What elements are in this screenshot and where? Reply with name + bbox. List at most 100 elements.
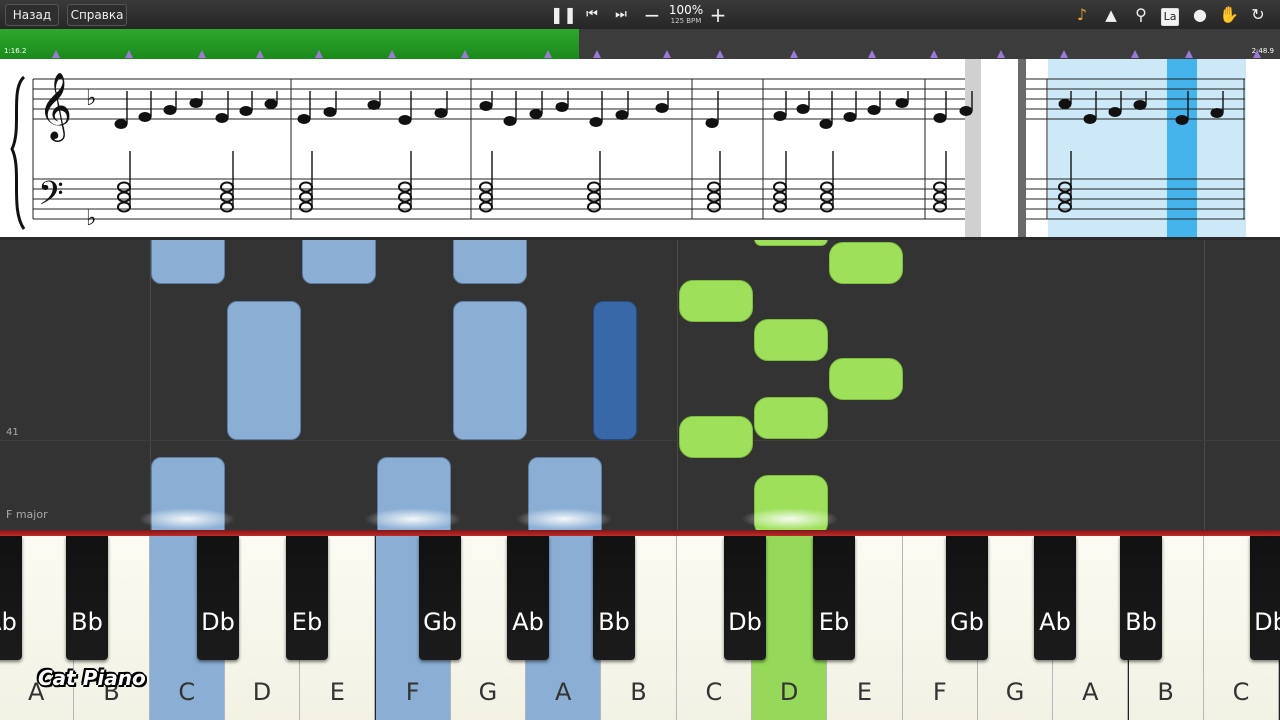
bookmark-marker[interactable] bbox=[1060, 50, 1068, 58]
bookmark-marker[interactable] bbox=[593, 50, 601, 58]
note-head bbox=[555, 102, 569, 112]
chord-note-head bbox=[299, 201, 313, 213]
note-head bbox=[239, 106, 253, 116]
key-label: Gb bbox=[950, 608, 984, 636]
bookmark-marker[interactable] bbox=[930, 50, 938, 58]
chord-note-head bbox=[707, 201, 721, 213]
help-button[interactable]: Справка bbox=[67, 4, 127, 26]
note-head bbox=[138, 112, 152, 122]
chord-note-head bbox=[299, 181, 313, 193]
bookmark-marker[interactable] bbox=[256, 50, 264, 58]
note-head bbox=[163, 105, 177, 115]
black-key-bb[interactable]: Bb bbox=[1120, 536, 1162, 660]
note-head bbox=[264, 99, 278, 109]
piano-roll[interactable]: 41 F major bbox=[0, 240, 1280, 530]
black-key-bb[interactable]: Bb bbox=[593, 536, 635, 660]
bookmark-marker[interactable] bbox=[1185, 50, 1193, 58]
bookmark-marker[interactable] bbox=[1131, 50, 1139, 58]
bookmark-marker[interactable] bbox=[544, 50, 552, 58]
note-head bbox=[434, 108, 448, 118]
key-label: Gb bbox=[423, 608, 457, 636]
chord-note-head bbox=[479, 181, 493, 193]
note-head bbox=[114, 119, 128, 129]
progress-fill bbox=[0, 29, 579, 59]
loop-icon[interactable]: ↻ bbox=[1246, 3, 1270, 27]
note-icon[interactable]: ♪ bbox=[1070, 3, 1094, 27]
bookmark-marker[interactable] bbox=[868, 50, 876, 58]
key-label: E bbox=[329, 678, 345, 706]
bookmark-marker[interactable] bbox=[52, 50, 60, 58]
chord-note-head bbox=[587, 181, 601, 193]
chord-note-head bbox=[220, 181, 234, 193]
key-hit-glow bbox=[364, 508, 462, 530]
bookmark-marker[interactable] bbox=[790, 50, 798, 58]
note-head bbox=[1058, 99, 1072, 109]
chord-note-head bbox=[398, 181, 412, 193]
hand-icon[interactable]: ✋ bbox=[1217, 3, 1241, 27]
bookmark-marker[interactable] bbox=[716, 50, 724, 58]
sheet-music[interactable]: 𝄞 𝄢 ♭ ♭ bbox=[0, 59, 1280, 237]
note-head bbox=[323, 107, 337, 117]
bookmark-marker[interactable] bbox=[125, 50, 133, 58]
note-head bbox=[529, 109, 543, 119]
progress-bar[interactable]: 1:16.2 2:48.9 bbox=[0, 29, 1280, 59]
bookmark-marker[interactable] bbox=[1253, 50, 1261, 58]
bookmark-marker[interactable] bbox=[663, 50, 671, 58]
skip-back-icon[interactable]: ⏮ bbox=[580, 3, 604, 27]
black-key-eb[interactable]: Eb bbox=[813, 536, 855, 660]
back-button[interactable]: Назад bbox=[5, 4, 59, 26]
metronome-icon[interactable]: ▲ bbox=[1099, 3, 1123, 27]
piano-keyboard[interactable]: ABCDEFGABCDEFGABCAbBbDbEbGbAbBbDbEbGbAbB… bbox=[0, 536, 1280, 720]
key-label: B bbox=[630, 678, 647, 706]
chord-note-head bbox=[773, 181, 787, 193]
black-key-db[interactable]: Db bbox=[1250, 536, 1280, 660]
row-line bbox=[0, 440, 1280, 441]
falling-note-right bbox=[829, 358, 903, 400]
bookmark-marker[interactable] bbox=[388, 50, 396, 58]
minus-icon[interactable]: − bbox=[640, 3, 664, 27]
chord-note-head bbox=[479, 191, 493, 203]
note-head bbox=[773, 111, 787, 121]
black-key-gb[interactable]: Gb bbox=[946, 536, 988, 660]
location-pin-icon[interactable]: ● bbox=[1188, 3, 1212, 27]
chord-note-head bbox=[933, 191, 947, 203]
chord-note-head bbox=[820, 191, 834, 203]
note-head bbox=[796, 104, 810, 114]
chord-note-head bbox=[479, 201, 493, 213]
note-head bbox=[867, 105, 881, 115]
falling-note-right bbox=[679, 280, 753, 322]
bookmark-marker[interactable] bbox=[315, 50, 323, 58]
falling-note-right bbox=[754, 397, 828, 439]
toolbar: Назад Справка ❚❚ ⏮ ⏭ − 100% 125 BPM + ♪ … bbox=[0, 0, 1280, 29]
black-key-ab[interactable]: Ab bbox=[1034, 536, 1076, 660]
black-key-db[interactable]: Db bbox=[197, 536, 239, 660]
skip-forward-icon[interactable]: ⏭ bbox=[609, 3, 633, 27]
note-head bbox=[933, 113, 947, 123]
black-key-eb[interactable]: Eb bbox=[286, 536, 328, 660]
chord-note-head bbox=[773, 201, 787, 213]
black-key-db[interactable]: Db bbox=[724, 536, 766, 660]
la-icon[interactable]: La bbox=[1158, 3, 1182, 27]
falling-note-left-active bbox=[593, 301, 637, 440]
black-key-bb[interactable]: Bb bbox=[66, 536, 108, 660]
key-label: Db bbox=[201, 608, 235, 636]
falling-note-left bbox=[453, 240, 527, 284]
black-key-gb[interactable]: Gb bbox=[419, 536, 461, 660]
note-head bbox=[503, 116, 517, 126]
svg-text:♭: ♭ bbox=[86, 86, 96, 111]
falling-note-right bbox=[679, 416, 753, 458]
note-head bbox=[189, 98, 203, 108]
bookmark-marker[interactable] bbox=[997, 50, 1005, 58]
chord-note-head bbox=[933, 201, 947, 213]
magnifier-icon[interactable]: ⚲ bbox=[1129, 3, 1153, 27]
pause-icon[interactable]: ❚❚ bbox=[550, 3, 577, 27]
plus-icon[interactable]: + bbox=[706, 3, 730, 27]
bookmark-marker[interactable] bbox=[461, 50, 469, 58]
key-label: G bbox=[478, 678, 498, 706]
black-key-ab[interactable]: Ab bbox=[0, 536, 22, 660]
bookmark-marker[interactable] bbox=[198, 50, 206, 58]
brand-logo: Cat Piano bbox=[38, 666, 146, 690]
tempo-percent: 100% bbox=[668, 3, 704, 17]
black-key-ab[interactable]: Ab bbox=[507, 536, 549, 660]
chord-note-head bbox=[707, 191, 721, 203]
